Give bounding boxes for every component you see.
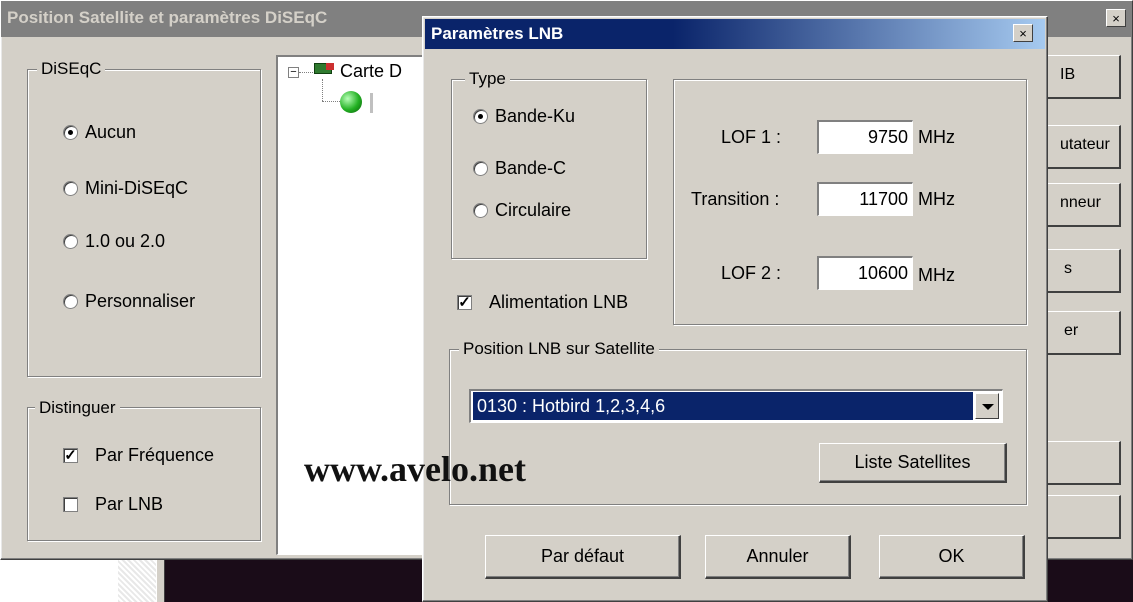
diseqc-group-label: DiSEqC	[37, 59, 106, 79]
par-lnb-checkbox[interactable]: Par LNB	[63, 493, 253, 517]
tree-connector-line-vertical	[322, 79, 323, 101]
transition-input[interactable]: 11700	[817, 182, 913, 216]
liste-satellites-button[interactable]: Liste Satellites	[819, 443, 1007, 483]
transition-label: Transition :	[691, 189, 780, 209]
type-group-label: Type	[465, 69, 510, 89]
lof2-input[interactable]: 10600	[817, 256, 913, 290]
distinguer-group	[27, 407, 261, 541]
diseqc-option-label: 1.0 ou 2.0	[85, 231, 166, 251]
lnb-dialog-close-button[interactable]: ×	[1013, 24, 1033, 42]
diseqc-option-mini[interactable]: Mini-DiSEqC	[63, 177, 243, 201]
radio-icon	[63, 125, 78, 140]
desktop-divider	[156, 560, 165, 602]
par-frequence-label: Par Fréquence	[95, 445, 215, 465]
distinguer-group-label: Distinguer	[35, 398, 120, 418]
lnb-dialog-titlebar: Paramètres LNB	[425, 19, 1045, 49]
type-option-bande-ku[interactable]: Bande-Ku	[473, 105, 633, 129]
lof2-label: LOF 2 :	[721, 263, 782, 283]
satellite-select-value: 0130 : Hotbird 1,2,3,4,6	[473, 392, 973, 420]
desktop-pattern	[118, 560, 156, 602]
lnb-green-ball-icon	[340, 91, 362, 113]
back-window-title: Position Satellite et paramètres DiSEqC	[7, 8, 328, 27]
lnb-dialog-title: Paramètres LNB	[431, 24, 564, 43]
type-option-label: Bande-C	[495, 158, 567, 178]
type-option-circulaire[interactable]: Circulaire	[473, 199, 633, 223]
checkbox-icon	[63, 497, 78, 512]
tree-collapse-icon[interactable]: −	[288, 67, 299, 78]
radio-icon	[473, 109, 488, 124]
satellite-select-dropdown-button[interactable]	[975, 393, 999, 419]
tree-item-lnb-node[interactable]	[370, 93, 373, 113]
alimentation-lnb-label: Alimentation LNB	[489, 292, 629, 312]
lof2-unit: MHz	[918, 265, 955, 285]
card-chip-icon	[326, 63, 334, 70]
alimentation-lnb-checkbox[interactable]: ✓ Alimentation LNB	[457, 291, 677, 315]
position-lnb-group-label: Position LNB sur Satellite	[459, 339, 659, 359]
radio-icon	[63, 234, 78, 249]
lnb-parameters-dialog: Paramètres LNB × Type Bande-Ku Bande-C C…	[422, 16, 1048, 602]
par-frequence-checkbox[interactable]: ✓ Par Fréquence	[63, 444, 253, 468]
diseqc-option-aucun[interactable]: Aucun	[63, 121, 243, 145]
diseqc-option-label: Personnaliser	[85, 291, 196, 311]
diseqc-option-label: Aucun	[85, 122, 137, 142]
chevron-down-icon	[982, 404, 994, 410]
diseqc-group	[27, 69, 261, 377]
checkbox-checked-icon: ✓	[457, 294, 472, 311]
annuler-button[interactable]: Annuler	[705, 535, 851, 579]
tree-connector-line	[299, 72, 313, 73]
checkbox-checked-icon: ✓	[63, 447, 78, 464]
tree-item-card-label[interactable]: Carte D	[340, 60, 402, 82]
par-defaut-button[interactable]: Par défaut	[485, 535, 681, 579]
type-option-label: Circulaire	[495, 200, 572, 220]
lof1-input[interactable]: 9750	[817, 120, 913, 154]
type-option-label: Bande-Ku	[495, 106, 576, 126]
radio-icon	[473, 203, 488, 218]
ok-button[interactable]: OK	[879, 535, 1025, 579]
radio-icon	[63, 181, 78, 196]
radio-icon	[473, 161, 488, 176]
diseqc-option-personnaliser[interactable]: Personnaliser	[63, 290, 243, 314]
satellite-select[interactable]: 0130 : Hotbird 1,2,3,4,6	[469, 389, 1003, 423]
radio-icon	[63, 294, 78, 309]
lof1-unit: MHz	[918, 127, 955, 147]
watermark-text: www.avelo.net	[304, 449, 526, 489]
lof1-label: LOF 1 :	[721, 127, 782, 147]
type-option-bande-c[interactable]: Bande-C	[473, 157, 633, 181]
back-window-close-button[interactable]: ×	[1106, 9, 1126, 27]
par-lnb-label: Par LNB	[95, 494, 164, 514]
tree-connector-line-horizontal	[322, 101, 342, 102]
diseqc-option-label: Mini-DiSEqC	[85, 178, 189, 198]
diseqc-option-1-0-ou-2-0[interactable]: 1.0 ou 2.0	[63, 230, 243, 254]
transition-unit: MHz	[918, 189, 955, 209]
